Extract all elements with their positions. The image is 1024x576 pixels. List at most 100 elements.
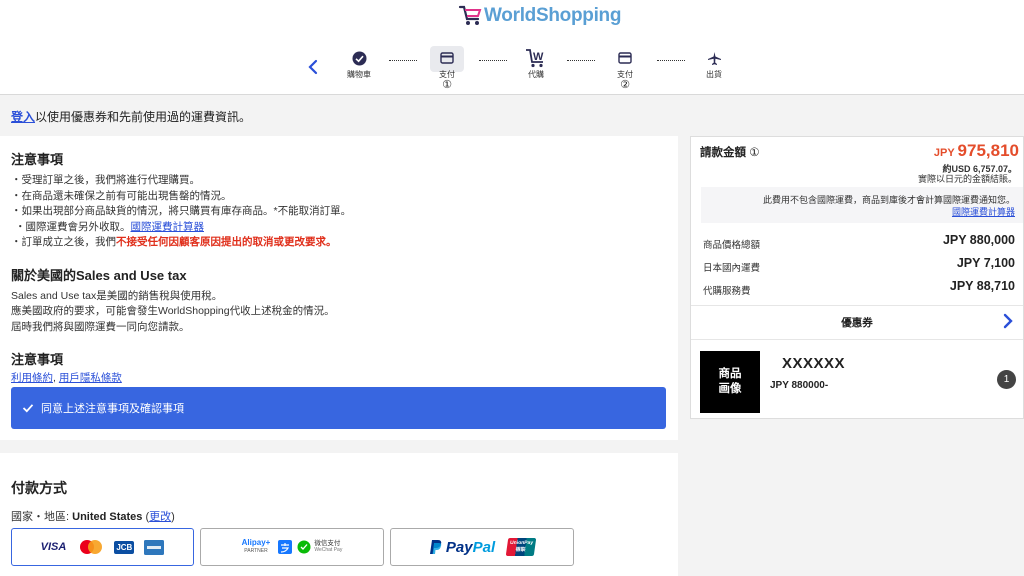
coupon-button[interactable]: 優惠券 — [691, 305, 1023, 335]
login-link[interactable]: 登入 — [11, 110, 35, 124]
terms-title: 注意事項 — [11, 352, 64, 367]
notice-panel: 注意事項 ・受理訂單之後，我們將進行代理購買。 ・在商品還未確保之前有可能出現售… — [0, 136, 678, 440]
step-payment-1: 支付 ① — [422, 46, 472, 91]
price-row-service-fee: 代購服務費 JPY 88,710 — [691, 277, 1023, 299]
tax-line: 屆時我們將與國際運費一同向您請款。 — [11, 320, 190, 333]
price-row-label: 日本國內運費 — [703, 263, 761, 274]
product-price: JPY 880000- — [770, 380, 829, 391]
paypal-logo: PayPal — [445, 538, 496, 556]
quantity-badge: 1 — [997, 370, 1016, 389]
order-summary: 請款金額 ① JPY 975,810 約USD 6,757.07。 實際以日元的… — [690, 136, 1024, 419]
jcb-logo: JCB — [114, 540, 135, 554]
step-divider — [567, 60, 595, 61]
mastercard-icon — [80, 540, 103, 554]
step-divider — [389, 60, 417, 61]
usd-note: 實際以日元的金額結賬。 — [917, 174, 1017, 184]
usd-estimate: 約USD 6,757.07。 實際以日元的金額結賬。 — [918, 164, 1017, 184]
shipping-fee-note-text: 此費用不包含國際運費，商品到庫後才會計算國際運費通知您。 — [762, 195, 1015, 205]
agree-label: 同意上述注意事項及確認事項 — [41, 403, 184, 415]
step-shipping: 出貨 — [689, 48, 739, 80]
alipay-partner-label: PARTNER — [244, 548, 268, 554]
agree-checkbox-button[interactable]: 同意上述注意事項及確認事項 — [11, 387, 666, 429]
step-cart: 購物車 — [334, 48, 384, 80]
notice-title: 注意事項 — [11, 152, 64, 167]
chevron-right-icon — [1003, 313, 1013, 329]
header: WorldShopping 購物車 支付 ① W 代購 支付 ② 出貨 — [0, 0, 1024, 95]
change-country-link[interactable]: 更改 — [149, 511, 171, 523]
visa-logo: VISA — [40, 541, 67, 553]
payment-option-paypal-unionpay[interactable]: PayPal UnionPay 银联 — [390, 528, 574, 566]
amex-icon — [144, 539, 165, 555]
no-cancel-warning: 不接受任何因顧客原因提出的取消或更改要求。 — [116, 236, 337, 248]
checkmark-icon — [22, 404, 34, 413]
unionpay-logo: UnionPay 银联 — [505, 538, 537, 556]
notice-line-prefix: ・訂單成立之後，我們 — [11, 236, 116, 248]
notice-line: ・如果出現部分商品缺貨的情況，將只購買有庫存商品。*不能取消訂單。 — [11, 205, 352, 217]
back-chevron-icon[interactable] — [304, 58, 322, 76]
coupon-label: 優惠券 — [841, 317, 873, 329]
wechat-pay-en-label: WeChat Pay — [314, 547, 343, 553]
step-label: 代購 — [528, 70, 544, 79]
credit-card-icon — [618, 52, 632, 64]
price-row-value: JPY 7,100 — [956, 256, 1015, 270]
payment-title: 付款方式 — [11, 480, 67, 496]
step-divider — [657, 60, 685, 61]
shipping-fee-note: 此費用不包含國際運費，商品到庫後才會計算國際運費通知您。 國際運費計算器 — [701, 187, 1023, 223]
proxy-cart-icon: W — [526, 49, 544, 68]
notice-line: ・在商品還未確保之前有可能出現售罄的情況。 — [11, 189, 232, 202]
logo[interactable]: WorldShopping — [458, 2, 621, 30]
step-label: 購物車 — [347, 70, 371, 79]
price-row-subtotal: 商品價格總額 JPY 880,000 — [691, 231, 1023, 253]
shipping-calculator-link[interactable]: 國際運費計算器 — [131, 221, 205, 233]
wechat-pay-label: 微信支付 — [314, 540, 341, 547]
payment-option-alipay-wechat[interactable]: Alipay+ PARTNER 微信支付 WeChat Pay — [200, 528, 384, 566]
usd-line: 約USD 6,757.07。 — [942, 164, 1017, 174]
step-number: ② — [620, 79, 630, 91]
price-row-label: 商品價格總額 — [703, 240, 761, 251]
product-name: XXXXXX — [782, 355, 846, 372]
step-divider — [479, 60, 507, 61]
price-row-value: JPY 88,710 — [949, 279, 1015, 293]
terms-of-use-link[interactable]: 利用條約 — [11, 372, 53, 384]
terms-separator: , — [53, 372, 56, 384]
terms-links: 利用條約, 用戶隱私條款 — [11, 371, 667, 387]
currency-label: JPY — [933, 147, 955, 159]
cart-logo-icon — [458, 5, 482, 25]
payment-option-card[interactable]: VISA JCB — [11, 528, 194, 566]
country-region: 國家・地區: United States (更改) — [11, 511, 175, 523]
notice-line-text: ・國際運費會另外收取。 — [15, 220, 131, 233]
country-label: 國家・地區: — [11, 511, 70, 523]
amount-value: 975,810 — [957, 141, 1019, 160]
notice-line: ・受理訂單之後，我們將進行代理購買。 — [11, 174, 200, 186]
alipay-icon — [278, 540, 293, 554]
note-shipping-calculator-link[interactable]: 國際運費計算器 — [952, 207, 1015, 217]
notice-line-shipping: ・國際運費會另外收取。國際運費計算器 — [11, 220, 667, 236]
brand-name: WorldShopping — [484, 5, 622, 26]
airplane-icon — [707, 51, 721, 65]
product-image: 商品 画像 — [700, 351, 760, 413]
notice-line-cancel: ・訂單成立之後，我們不接受任何因顧客原因提出的取消或更改要求。 — [11, 235, 667, 251]
step-payment-2: 支付 ② — [600, 48, 650, 91]
step-proxy-purchase: W 代購 — [511, 48, 561, 80]
alipay-logo: Alipay+ — [241, 538, 271, 547]
login-prompt: 登入以使用優惠券和先前使用過的運費資訊。 — [11, 108, 251, 125]
country-value: United States — [72, 511, 143, 523]
tax-line: Sales and Use tax是美國的銷售稅與使用稅。 — [11, 289, 223, 302]
step-label: 出貨 — [706, 70, 722, 79]
price-row-domestic-shipping: 日本國內運費 JPY 7,100 — [691, 254, 1023, 276]
credit-card-icon — [440, 52, 454, 64]
login-prompt-text: 以使用優惠券和先前使用過的運費資訊。 — [35, 110, 252, 124]
paypal-icon — [429, 540, 442, 554]
cart-item: 商品 画像 XXXXXX JPY 880000- 1 — [691, 339, 1023, 419]
payment-method-panel: 付款方式 國家・地區: United States (更改) VISA JCB … — [0, 453, 678, 576]
sales-tax-title: 關於美國的Sales and Use tax — [11, 267, 187, 283]
billing-amount-title: 請款金額 ① — [700, 147, 760, 159]
check-circle-icon — [352, 51, 366, 65]
price-row-label: 代購服務費 — [703, 286, 751, 297]
tax-line: 應美國政府的要求，可能會發生WorldShopping代收上述稅金的情況。 — [11, 305, 335, 317]
step-number: ① — [442, 79, 452, 91]
billing-amount: JPY 975,810 — [934, 141, 1019, 161]
privacy-policy-link[interactable]: 用戶隱私條款 — [59, 372, 122, 384]
wechat-pay-icon — [297, 540, 311, 554]
svg-text:W: W — [533, 51, 544, 63]
